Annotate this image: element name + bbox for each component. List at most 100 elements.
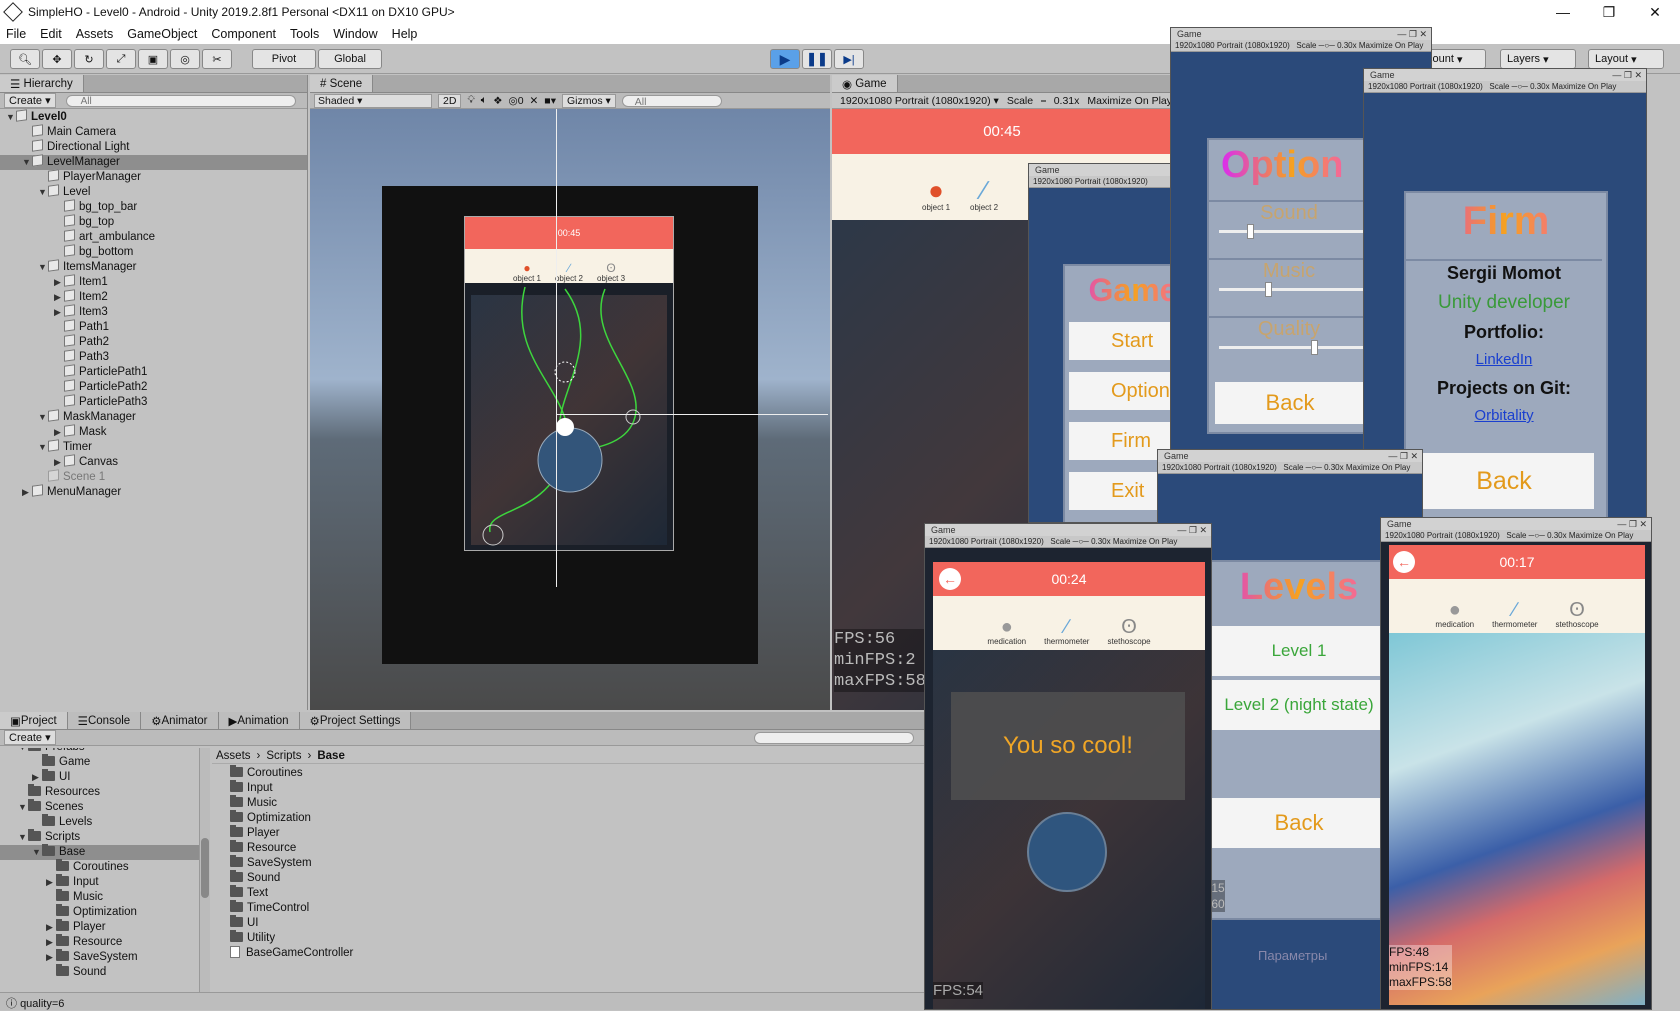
- folder-tree-item[interactable]: ▼ Base: [0, 844, 199, 860]
- expand-arrow-icon[interactable]: ▶: [54, 305, 64, 320]
- sound-slider-handle[interactable]: [1247, 224, 1254, 239]
- folder-tree-item[interactable]: ▶ Player: [0, 919, 199, 935]
- menu-file[interactable]: File: [6, 27, 26, 41]
- sound-slider[interactable]: [1219, 224, 1369, 239]
- project-file-item[interactable]: Utility: [230, 930, 920, 946]
- scale-tool-button[interactable]: ⤢: [106, 49, 136, 69]
- expand-arrow-icon[interactable]: ▼: [18, 800, 28, 815]
- expand-arrow-icon[interactable]: ▶: [46, 935, 56, 950]
- camera-icon[interactable]: ■▾: [544, 95, 556, 107]
- expand-arrow-icon[interactable]: ▼: [38, 440, 48, 455]
- global-toggle[interactable]: Global: [318, 49, 382, 69]
- hierarchy-row[interactable]: ▶ MenuManager: [0, 484, 307, 500]
- tab-animation[interactable]: ▶ Animation: [218, 712, 300, 729]
- project-file-item[interactable]: Sound: [230, 870, 920, 886]
- hierarchy-row[interactable]: bg_top_bar: [0, 199, 307, 215]
- firm-back-button[interactable]: Back: [1414, 453, 1594, 509]
- menu-assets[interactable]: Assets: [76, 27, 114, 41]
- project-tree-scrollbar[interactable]: [200, 748, 210, 992]
- quality-slider-handle[interactable]: [1311, 340, 1318, 355]
- expand-arrow-icon[interactable]: ▼: [6, 110, 16, 125]
- back-arrow-icon[interactable]: ←: [1393, 551, 1415, 573]
- project-file-item[interactable]: Coroutines: [230, 765, 920, 781]
- project-file-item[interactable]: Text: [230, 885, 920, 901]
- folder-tree-item[interactable]: ▼ Prefabs: [0, 748, 199, 755]
- project-file-item[interactable]: BaseGameController: [230, 946, 920, 961]
- tools-icon[interactable]: ✕: [530, 95, 539, 107]
- hierarchy-row[interactable]: ▼ Level0: [0, 109, 307, 125]
- folder-tree-item[interactable]: Resources: [0, 784, 199, 800]
- levels-back-button[interactable]: Back: [1210, 798, 1388, 848]
- menu-window[interactable]: Window: [333, 27, 377, 41]
- hidden-objects-icon[interactable]: ◎0: [509, 95, 524, 107]
- hierarchy-row[interactable]: Scene 1: [0, 469, 307, 485]
- hierarchy-row[interactable]: ▼ Timer: [0, 439, 307, 455]
- hierarchy-search-input[interactable]: All: [65, 94, 296, 107]
- maximize-button[interactable]: ❐: [1586, 0, 1632, 24]
- quality-slider[interactable]: [1219, 340, 1369, 355]
- expand-arrow-icon[interactable]: ▼: [38, 410, 48, 425]
- hierarchy-row[interactable]: ▶ Item3: [0, 304, 307, 320]
- rotate-tool-button[interactable]: ↻: [74, 49, 104, 69]
- hierarchy-row[interactable]: Main Camera: [0, 124, 307, 140]
- menu-help[interactable]: Help: [392, 27, 418, 41]
- hierarchy-row[interactable]: Path2: [0, 334, 307, 350]
- tab-hierarchy[interactable]: ☰ Hierarchy: [0, 75, 84, 92]
- expand-arrow-icon[interactable]: ▼: [38, 260, 48, 275]
- music-slider[interactable]: [1219, 282, 1369, 297]
- hidden-object-item[interactable]: ● medication: [1435, 600, 1474, 629]
- project-search-input[interactable]: [753, 731, 914, 744]
- hierarchy-row[interactable]: ▼ LevelManager: [0, 154, 307, 170]
- minimize-button[interactable]: —: [1540, 0, 1586, 24]
- project-file-item[interactable]: UI: [230, 915, 920, 931]
- back-arrow-icon[interactable]: ←: [939, 568, 961, 590]
- hierarchy-row[interactable]: ▶ Mask: [0, 424, 307, 440]
- options-back-button[interactable]: Back: [1215, 382, 1365, 424]
- hidden-object-item[interactable]: ∕ thermometer: [1044, 617, 1089, 646]
- hierarchy-row[interactable]: ▶ Canvas: [0, 454, 307, 470]
- layout-dropdown[interactable]: Layout ▾: [1588, 49, 1664, 69]
- folder-tree-item[interactable]: Sound: [0, 964, 199, 980]
- expand-arrow-icon[interactable]: ▶: [46, 920, 56, 935]
- tab-console[interactable]: ☰ Console: [67, 712, 142, 729]
- expand-arrow-icon[interactable]: ▶: [32, 770, 42, 785]
- menu-edit[interactable]: Edit: [40, 27, 62, 41]
- hand-tool-button[interactable]: 🔍︎: [10, 49, 40, 69]
- hidden-object-item[interactable]: ● medication: [987, 617, 1026, 646]
- breadcrumb-item[interactable]: Base: [317, 750, 345, 762]
- breadcrumb-item[interactable]: Scripts: [266, 750, 301, 762]
- hierarchy-row[interactable]: bg_top: [0, 214, 307, 230]
- hierarchy-row[interactable]: ▼ ItemsManager: [0, 259, 307, 275]
- tab-scene[interactable]: # Scene: [310, 75, 374, 92]
- project-file-item[interactable]: TimeControl: [230, 900, 920, 916]
- custom-tool-button[interactable]: ✂: [202, 49, 232, 69]
- hierarchy-row[interactable]: ParticlePath1: [0, 364, 307, 380]
- tab-project-settings[interactable]: ⚙ Project Settings: [299, 712, 412, 729]
- hierarchy-row[interactable]: ▼ Level: [0, 184, 307, 200]
- hierarchy-row[interactable]: Path1: [0, 319, 307, 335]
- lighting-icon[interactable]: 💡︎: [467, 94, 474, 107]
- hierarchy-row[interactable]: ▶ Item1: [0, 274, 307, 290]
- scale-slider[interactable]: [1041, 99, 1046, 102]
- expand-arrow-icon[interactable]: ▶: [54, 290, 64, 305]
- hierarchy-row[interactable]: PlayerManager: [0, 169, 307, 185]
- expand-arrow-icon[interactable]: ▼: [22, 155, 32, 170]
- hidden-object-item[interactable]: ʘ stethoscope: [1107, 617, 1150, 646]
- orbitality-link[interactable]: Orbitality: [1406, 407, 1602, 424]
- folder-tree-item[interactable]: ▶ Resource: [0, 934, 199, 950]
- folder-tree-item[interactable]: ▶ Input: [0, 874, 199, 890]
- move-tool-button[interactable]: ✥: [42, 49, 72, 69]
- folder-tree-item[interactable]: ▼ Scenes: [0, 799, 199, 815]
- pivot-toggle[interactable]: Pivot: [252, 49, 316, 69]
- expand-arrow-icon[interactable]: ▼: [18, 748, 28, 755]
- folder-tree-item[interactable]: ▼ Scripts: [0, 829, 199, 845]
- hierarchy-row[interactable]: Path3: [0, 349, 307, 365]
- menu-tools[interactable]: Tools: [290, 27, 319, 41]
- music-slider-handle[interactable]: [1265, 282, 1272, 297]
- project-file-item[interactable]: Resource: [230, 840, 920, 856]
- level-1-button[interactable]: Level 1: [1210, 626, 1388, 676]
- hierarchy-row[interactable]: bg_bottom: [0, 244, 307, 260]
- expand-arrow-icon[interactable]: ▶: [22, 485, 32, 500]
- menu-button-start[interactable]: Start: [1069, 322, 1177, 360]
- effects-icon[interactable]: ❖: [493, 95, 502, 107]
